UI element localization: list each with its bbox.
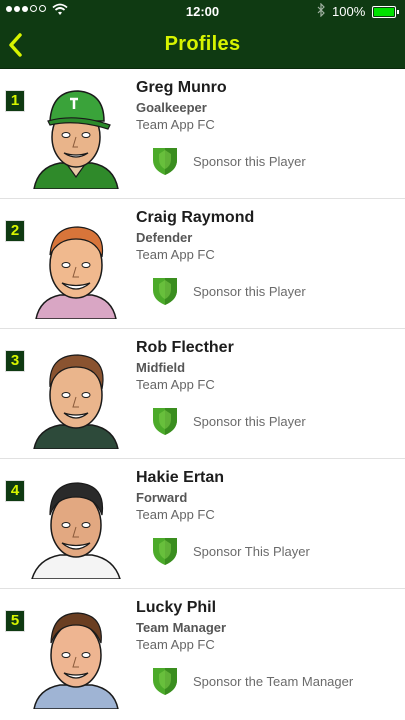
sponsor-label: Sponsor this Player [193, 413, 306, 429]
player-name: Hakie Ertan [136, 469, 225, 486]
shield-icon [153, 408, 177, 435]
player-avatar [31, 482, 121, 579]
player-name: Lucky Phil [136, 599, 217, 616]
player-team: Team App FC [136, 247, 215, 262]
shield-icon [153, 278, 177, 305]
player-avatar [33, 612, 119, 709]
page-title: Profiles [164, 33, 241, 55]
player-row-2[interactable]: 2 Craig Raymond Defender Team App FC Spo… [0, 199, 405, 329]
player-row-3[interactable]: 3 Rob Flecther Midfield Team App FC Spon… [0, 329, 405, 459]
shield-icon [153, 148, 177, 175]
player-name: Rob Flecther [136, 339, 234, 356]
player-avatar [35, 226, 117, 319]
player-row-5[interactable]: 5 Lucky Phil Team Manager Team App FC Sp… [0, 589, 405, 718]
sponsor-button[interactable]: Sponsor This Player [150, 533, 310, 569]
rank-badge: 5 [5, 610, 25, 632]
battery-icon [372, 6, 399, 18]
sponsor-label: Sponsor the Team Manager [193, 673, 354, 689]
player-position: Midfield [136, 360, 186, 375]
nav-bar: Profiles [0, 22, 405, 69]
rank-badge: 3 [5, 350, 25, 372]
rank-badge: 4 [5, 480, 25, 502]
status-bar: 12:00 100% [0, 0, 405, 22]
battery-percent: 100% [332, 4, 366, 19]
sponsor-button[interactable]: Sponsor this Player [150, 273, 306, 309]
sponsor-label: Sponsor this Player [193, 283, 306, 299]
player-row-1[interactable]: 1 Greg Munro Goalkeeper Team App FC Spon… [0, 69, 405, 199]
rank-badge: 1 [5, 90, 25, 112]
sponsor-button[interactable]: Sponsor this Player [150, 403, 306, 439]
player-position: Goalkeeper [136, 100, 207, 115]
player-position: Defender [136, 230, 193, 245]
player-team: Team App FC [136, 377, 215, 392]
player-team: Team App FC [136, 117, 215, 132]
player-position: Team Manager [136, 620, 227, 635]
sponsor-button[interactable]: Sponsor the Team Manager [150, 663, 353, 699]
rank-badge: 2 [5, 220, 25, 242]
player-list: 1 Greg Munro Goalkeeper Team App FC Spon… [0, 69, 405, 718]
shield-icon [153, 538, 177, 565]
player-name: Greg Munro [136, 79, 227, 96]
sponsor-label: Sponsor This Player [193, 543, 310, 559]
player-avatar [33, 354, 119, 449]
player-position: Forward [136, 490, 188, 505]
player-team: Team App FC [136, 637, 215, 652]
player-team: Team App FC [136, 507, 215, 522]
player-avatar [33, 90, 119, 189]
sponsor-button[interactable]: Sponsor this Player [150, 143, 306, 179]
shield-icon [153, 668, 177, 695]
sponsor-label: Sponsor this Player [193, 153, 306, 169]
player-row-4[interactable]: 4 Hakie Ertan Forward Team App FC Sponso… [0, 459, 405, 589]
player-name: Craig Raymond [136, 209, 255, 226]
bluetooth-icon [317, 2, 326, 20]
